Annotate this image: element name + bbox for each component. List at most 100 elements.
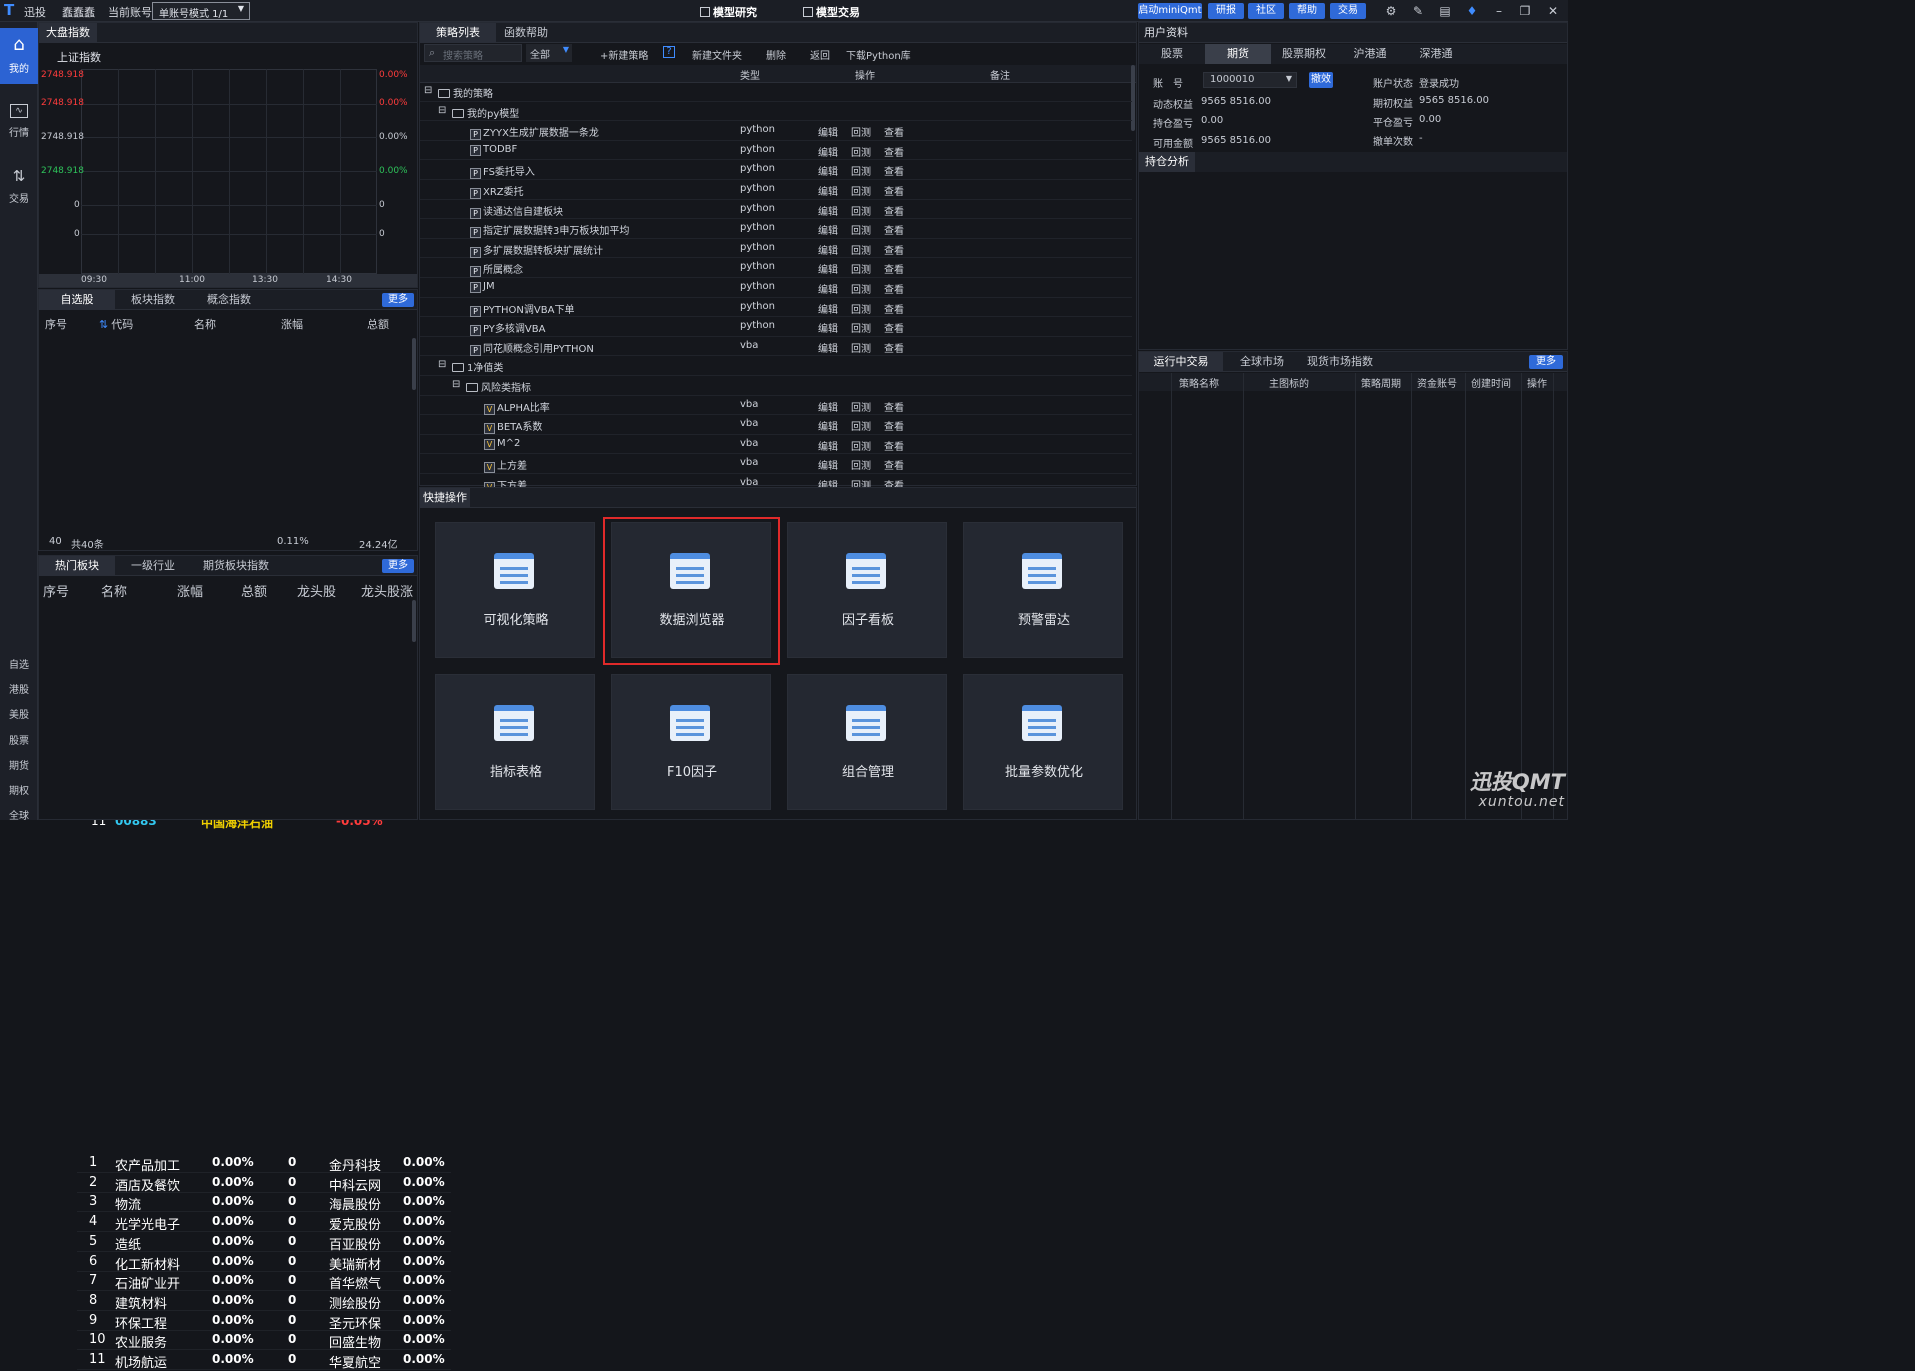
col-seq[interactable]: 序号 (43, 581, 69, 600)
view-link[interactable]: 查看 (884, 203, 904, 218)
table-row[interactable]: 3 物流 0.00% 0 海晨股份 0.00% (77, 1193, 451, 1213)
view-link[interactable]: 查看 (884, 301, 904, 316)
tree-item[interactable]: P 读通达信自建板块 python 编辑 回测 查看 (420, 200, 1132, 220)
visual-strategy-tile[interactable]: 可视化策略 (435, 522, 595, 658)
backtest-link[interactable]: 回测 (851, 222, 871, 237)
tree-item[interactable]: V M^2 vba 编辑 回测 查看 (420, 435, 1132, 455)
skin-icon[interactable]: ♦ (1465, 4, 1479, 18)
start-miniqmt-button[interactable]: 启动miniQmt (1138, 3, 1202, 19)
col-leader[interactable]: 龙头股 (297, 581, 336, 600)
tree-item[interactable]: P ZYYX生成扩展数据一条龙 python 编辑 回测 查看 (420, 121, 1132, 141)
edit-link[interactable]: 编辑 (818, 418, 838, 433)
table-row[interactable]: 1 农产品加工 0.00% 0 金丹科技 0.00% (77, 1154, 451, 1174)
edit-link[interactable]: 编辑 (818, 163, 838, 178)
edit-link[interactable]: 编辑 (818, 438, 838, 453)
tab-stock-options[interactable]: 股票期权 (1271, 44, 1337, 64)
download-python-button[interactable]: 下载Python库 (846, 47, 911, 62)
backtest-link[interactable]: 回测 (851, 163, 871, 178)
edit-link[interactable]: 编辑 (818, 242, 838, 257)
nav-global[interactable]: 全球 (0, 807, 38, 822)
tree-item[interactable]: P PY多核调VBA python 编辑 回测 查看 (420, 317, 1132, 337)
edit-link[interactable]: 编辑 (818, 301, 838, 316)
col-code[interactable]: ⇅ 代码 (99, 316, 133, 332)
trade-button[interactable]: 交易 (1330, 3, 1366, 19)
view-link[interactable]: 查看 (884, 242, 904, 257)
edit-link[interactable]: 编辑 (818, 457, 838, 472)
strategy-search[interactable]: ⌕ 搜索策略 (424, 44, 522, 62)
backtest-link[interactable]: 回测 (851, 242, 871, 257)
backtest-link[interactable]: 回测 (851, 281, 871, 296)
tree-item[interactable]: P TODBF python 编辑 回测 查看 (420, 141, 1132, 161)
tree-folder[interactable]: ⊟ 风险类指标 (420, 376, 1132, 396)
backtest-link[interactable]: 回测 (851, 399, 871, 414)
tab-sz-hk[interactable]: 深港通 (1403, 44, 1469, 64)
tree-item[interactable]: P 同花顺概念引用PYTHON vba 编辑 回测 查看 (420, 337, 1132, 357)
view-link[interactable]: 查看 (884, 163, 904, 178)
account-action-button[interactable]: 撤效 (1309, 72, 1333, 88)
view-link[interactable]: 查看 (884, 457, 904, 472)
backtest-link[interactable]: 回测 (851, 144, 871, 159)
tree-item[interactable]: V 上方差 vba 编辑 回测 查看 (420, 454, 1132, 474)
tab-market-index[interactable]: 大盘指数 (39, 23, 97, 43)
tab-spot-index[interactable]: 现货市场指数 (1301, 352, 1379, 372)
tree-item[interactable]: V BETA系数 vba 编辑 回测 查看 (420, 415, 1132, 435)
tab-function-help[interactable]: 函数帮助 (496, 23, 556, 43)
tab-hot-sectors[interactable]: 热门板块 (39, 556, 115, 576)
tab-position-analysis[interactable]: 持仓分析 (1139, 152, 1195, 172)
delete-button[interactable]: 删除 (766, 47, 786, 62)
tree-item[interactable]: P 多扩展数据转板块扩展统计 python 编辑 回测 查看 (420, 239, 1132, 259)
sectors-scrollbar[interactable] (412, 600, 416, 642)
portfolio-mgmt-tile[interactable]: 组合管理 (787, 674, 947, 810)
nav-mine[interactable]: ⌂ 我的 (0, 28, 38, 84)
help-button[interactable]: 帮助 (1289, 3, 1325, 19)
nav-market[interactable]: ∿ 行情 (0, 98, 38, 148)
sectors-more-button[interactable]: 更多 (382, 559, 414, 573)
tree-item[interactable]: P 所属概念 python 编辑 回测 查看 (420, 258, 1132, 278)
table-row[interactable]: 7 石油矿业开 0.00% 0 首华燃气 0.00% (77, 1272, 451, 1292)
edit-link[interactable]: 编辑 (818, 203, 838, 218)
nav-us[interactable]: 美股 (0, 706, 38, 721)
gear-icon[interactable]: ⚙ (1384, 4, 1398, 18)
edit-icon[interactable]: ✎ (1411, 4, 1425, 18)
minimize-icon[interactable]: – (1492, 4, 1506, 18)
backtest-link[interactable]: 回测 (851, 320, 871, 335)
tab-industry[interactable]: 一级行业 (115, 556, 191, 576)
tree-item[interactable]: P FS委托导入 python 编辑 回测 查看 (420, 160, 1132, 180)
backtest-link[interactable]: 回测 (851, 261, 871, 276)
edit-link[interactable]: 编辑 (818, 183, 838, 198)
nav-options[interactable]: 期权 (0, 782, 38, 797)
tab-sh-hk[interactable]: 沪港通 (1337, 44, 1403, 64)
tree-item[interactable]: P 指定扩展数据转3申万板块加平均 python 编辑 回测 查看 (420, 219, 1132, 239)
edit-link[interactable]: 编辑 (818, 261, 838, 276)
view-link[interactable]: 查看 (884, 261, 904, 276)
backtest-link[interactable]: 回测 (851, 418, 871, 433)
community-button[interactable]: 社区 (1248, 3, 1284, 19)
view-link[interactable]: 查看 (884, 144, 904, 159)
tree-item[interactable]: P PYTHON调VBA下单 python 编辑 回测 查看 (420, 298, 1132, 318)
backtest-link[interactable]: 回测 (851, 457, 871, 472)
nav-futures[interactable]: 期货 (0, 757, 38, 772)
view-link[interactable]: 查看 (884, 340, 904, 355)
tree-item[interactable]: V ALPHA比率 vba 编辑 回测 查看 (420, 396, 1132, 416)
col-leader-change[interactable]: 龙头股涨 (361, 581, 417, 600)
table-row[interactable]: 9 环保工程 0.00% 0 圣元环保 0.00% (77, 1312, 451, 1332)
account-select[interactable]: 1000010 ▼ (1203, 72, 1297, 88)
new-strategy-button[interactable]: +新建策略 (600, 47, 648, 62)
tree-folder[interactable]: ⊟ 1净值类 (420, 356, 1132, 376)
tab-sector-index[interactable]: 板块指数 (115, 290, 191, 310)
table-row[interactable]: 6 化工新材料 0.00% 0 美瑞新材 0.00% (77, 1253, 451, 1273)
tab-futures-sector[interactable]: 期货板块指数 (191, 556, 281, 576)
restore-icon[interactable]: ❐ (1518, 4, 1532, 18)
col-seq[interactable]: 序号 (45, 316, 67, 332)
nav-watchlist[interactable]: 自选 (0, 656, 38, 671)
tab-strategy-list[interactable]: 策略列表 (420, 23, 496, 43)
backtest-link[interactable]: 回测 (851, 438, 871, 453)
tab-watchlist[interactable]: 自选股 (39, 290, 115, 310)
tab-concept-index[interactable]: 概念指数 (191, 290, 267, 310)
nav-trade[interactable]: ⇅ 交易 (0, 162, 38, 212)
table-row[interactable]: 10 农业服务 0.00% 0 回盛生物 0.00% (77, 1331, 451, 1351)
tree-item[interactable]: P JM python 编辑 回测 查看 (420, 278, 1132, 298)
edit-link[interactable]: 编辑 (818, 124, 838, 139)
edit-link[interactable]: 编辑 (818, 320, 838, 335)
col-change[interactable]: 涨幅 (281, 316, 303, 332)
